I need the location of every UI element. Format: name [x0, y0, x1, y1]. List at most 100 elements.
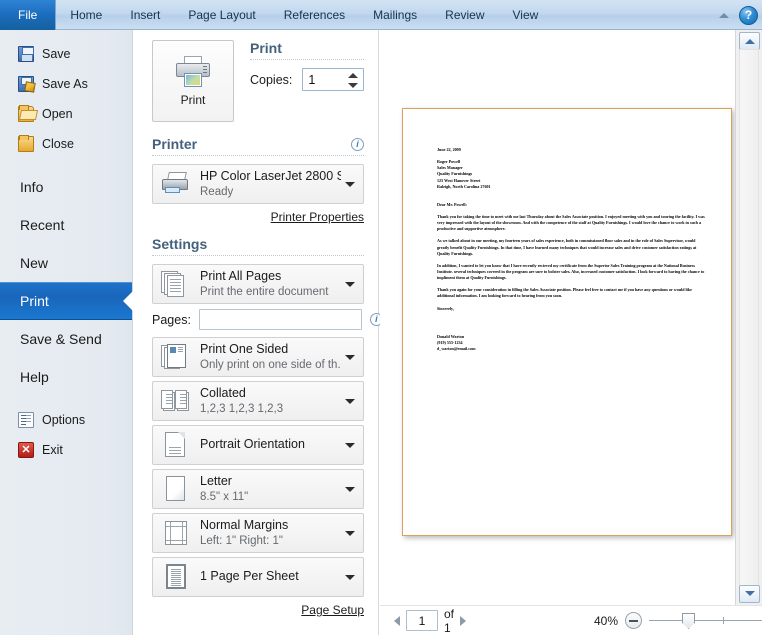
- chevron-down-icon[interactable]: [345, 282, 355, 287]
- orientation-select[interactable]: Portrait Orientation: [152, 425, 364, 465]
- pages-per-sheet-select[interactable]: 1 Page Per Sheet: [152, 557, 364, 597]
- printer-device-icon: [161, 169, 191, 199]
- print-copies-block: Print Copies:: [250, 40, 364, 91]
- chevron-down-icon[interactable]: [345, 443, 355, 448]
- print-preview-pane: June 22, 2009 Roger Powell Sales Manager…: [380, 30, 762, 635]
- help-icon[interactable]: ?: [739, 6, 758, 25]
- paper-size-icon: [161, 474, 191, 504]
- tab-references[interactable]: References: [270, 0, 359, 30]
- margins-icon: [161, 518, 191, 548]
- margins-subtitle: Left: 1" Right: 1": [200, 534, 288, 548]
- print-button[interactable]: Print: [152, 40, 234, 122]
- sidebar-item-label: Exit: [42, 443, 63, 457]
- printer-select-texts: HP Color LaserJet 2800 Seri... Ready: [200, 169, 341, 199]
- printer-section-title: Printer: [152, 136, 364, 152]
- previous-page-icon[interactable]: [394, 616, 400, 626]
- chevron-down-icon[interactable]: [345, 399, 355, 404]
- sidebar-item-help[interactable]: Help: [0, 358, 132, 396]
- ribbon-right-controls: ?: [716, 0, 758, 30]
- zoom-slider[interactable]: [649, 612, 762, 629]
- copies-input[interactable]: [303, 69, 347, 90]
- print-section-head: Print: [250, 40, 364, 60]
- scrollbar-track[interactable]: [739, 49, 759, 586]
- scroll-up-button[interactable]: [739, 32, 760, 50]
- spin-up-icon[interactable]: [348, 73, 358, 78]
- sidebar-item-label: Close: [42, 137, 74, 151]
- paper-size-title: Letter: [200, 474, 248, 490]
- sidebar-item-close[interactable]: Close: [0, 129, 132, 159]
- sidebar-item-save-as[interactable]: Save As: [0, 69, 132, 99]
- page-setup-row: Page Setup: [152, 601, 364, 619]
- preview-vertical-scrollbar[interactable]: [735, 30, 762, 605]
- sidebar-item-exit[interactable]: ✕ Exit: [0, 435, 132, 465]
- copies-spin-arrows[interactable]: [348, 71, 359, 90]
- zoom-level-label[interactable]: 40%: [584, 614, 618, 628]
- copies-row: Copies:: [250, 68, 364, 91]
- backstage-view: Save Save As Open Close Info Recent: [0, 30, 762, 635]
- printer-info-icon[interactable]: i: [351, 138, 364, 151]
- tab-review[interactable]: Review: [431, 0, 498, 30]
- orientation-texts: Portrait Orientation: [200, 437, 305, 453]
- sidebar-item-new[interactable]: New: [0, 244, 132, 282]
- page-number-input[interactable]: [406, 610, 438, 631]
- sidebar-item-save[interactable]: Save: [0, 39, 132, 69]
- print-range-subtitle: Print the entire document: [200, 285, 329, 299]
- pages-input[interactable]: [199, 309, 362, 330]
- sidebar-item-options[interactable]: Options: [0, 405, 132, 435]
- margins-select[interactable]: Normal Margins Left: 1" Right: 1": [152, 513, 364, 553]
- collapse-ribbon-icon[interactable]: [716, 7, 732, 23]
- paper-size-texts: Letter 8.5" x 11": [200, 474, 248, 504]
- tab-insert[interactable]: Insert: [116, 0, 174, 30]
- ribbon-tab-strip: File Home Insert Page Layout References …: [0, 0, 762, 30]
- sidebar-item-label: Info: [20, 179, 43, 195]
- paper-size-select[interactable]: Letter 8.5" x 11": [152, 469, 364, 509]
- chevron-down-icon[interactable]: [345, 531, 355, 536]
- print-sides-select[interactable]: Print One Sided Only print on one side o…: [152, 337, 364, 377]
- zoom-out-button[interactable]: [625, 612, 642, 629]
- settings-section-head: Settings: [152, 236, 364, 256]
- sidebar-item-save-and-send[interactable]: Save & Send: [0, 320, 132, 358]
- printer-section-rule: [152, 155, 364, 156]
- tab-page-layout[interactable]: Page Layout: [174, 0, 269, 30]
- next-page-icon[interactable]: [460, 616, 466, 626]
- tab-view[interactable]: View: [499, 0, 553, 30]
- sidebar-item-recent[interactable]: Recent: [0, 206, 132, 244]
- pages-per-sheet-icon: [161, 562, 191, 592]
- backstage-sidebar: Save Save As Open Close Info Recent: [0, 30, 133, 635]
- sidebar-item-open[interactable]: Open: [0, 99, 132, 129]
- collation-texts: Collated 1,2,3 1,2,3 1,2,3: [200, 386, 283, 416]
- scroll-down-button[interactable]: [739, 585, 760, 603]
- document-salutation: Dear Mr. Powell:: [437, 202, 705, 208]
- print-range-select[interactable]: Print All Pages Print the entire documen…: [152, 264, 364, 304]
- chevron-down-icon[interactable]: [345, 487, 355, 492]
- save-icon: [18, 46, 34, 62]
- collation-subtitle: 1,2,3 1,2,3 1,2,3: [200, 402, 283, 416]
- collation-select[interactable]: Collated 1,2,3 1,2,3 1,2,3: [152, 381, 364, 421]
- tab-mailings[interactable]: Mailings: [359, 0, 431, 30]
- signature-line: d_warton@email.com: [437, 346, 705, 352]
- sidebar-item-label: Help: [20, 369, 49, 385]
- sidebar-item-info[interactable]: Info: [0, 168, 132, 206]
- printer-select[interactable]: HP Color LaserJet 2800 Seri... Ready: [152, 164, 364, 204]
- chevron-down-icon[interactable]: [345, 355, 355, 360]
- margins-texts: Normal Margins Left: 1" Right: 1": [200, 518, 288, 548]
- preview-area[interactable]: June 22, 2009 Roger Powell Sales Manager…: [380, 30, 735, 605]
- sidebar-item-print[interactable]: Print: [0, 282, 132, 320]
- options-icon: [18, 412, 34, 428]
- sidebar-item-label: Save As: [42, 77, 88, 91]
- printer-name: HP Color LaserJet 2800 Seri...: [200, 169, 341, 185]
- printer-properties-link[interactable]: Printer Properties: [271, 210, 364, 224]
- document-signature-block: Donald Warton (919) 555-1234 d_warton@em…: [437, 334, 705, 352]
- copies-stepper[interactable]: [302, 68, 364, 91]
- spin-down-icon[interactable]: [348, 83, 358, 88]
- tab-file[interactable]: File: [0, 0, 56, 30]
- sidebar-item-label: Open: [42, 107, 73, 121]
- document-paragraph: As we talked about in our meeting, my fo…: [437, 238, 705, 256]
- page-setup-link[interactable]: Page Setup: [301, 603, 364, 617]
- zoom-slider-thumb[interactable]: [682, 613, 695, 629]
- tab-home[interactable]: Home: [56, 0, 116, 30]
- chevron-down-icon[interactable]: [345, 182, 355, 187]
- sidebar-item-label: Save & Send: [20, 331, 102, 347]
- chevron-down-icon[interactable]: [345, 575, 355, 580]
- printer-properties-row: Printer Properties: [152, 208, 364, 226]
